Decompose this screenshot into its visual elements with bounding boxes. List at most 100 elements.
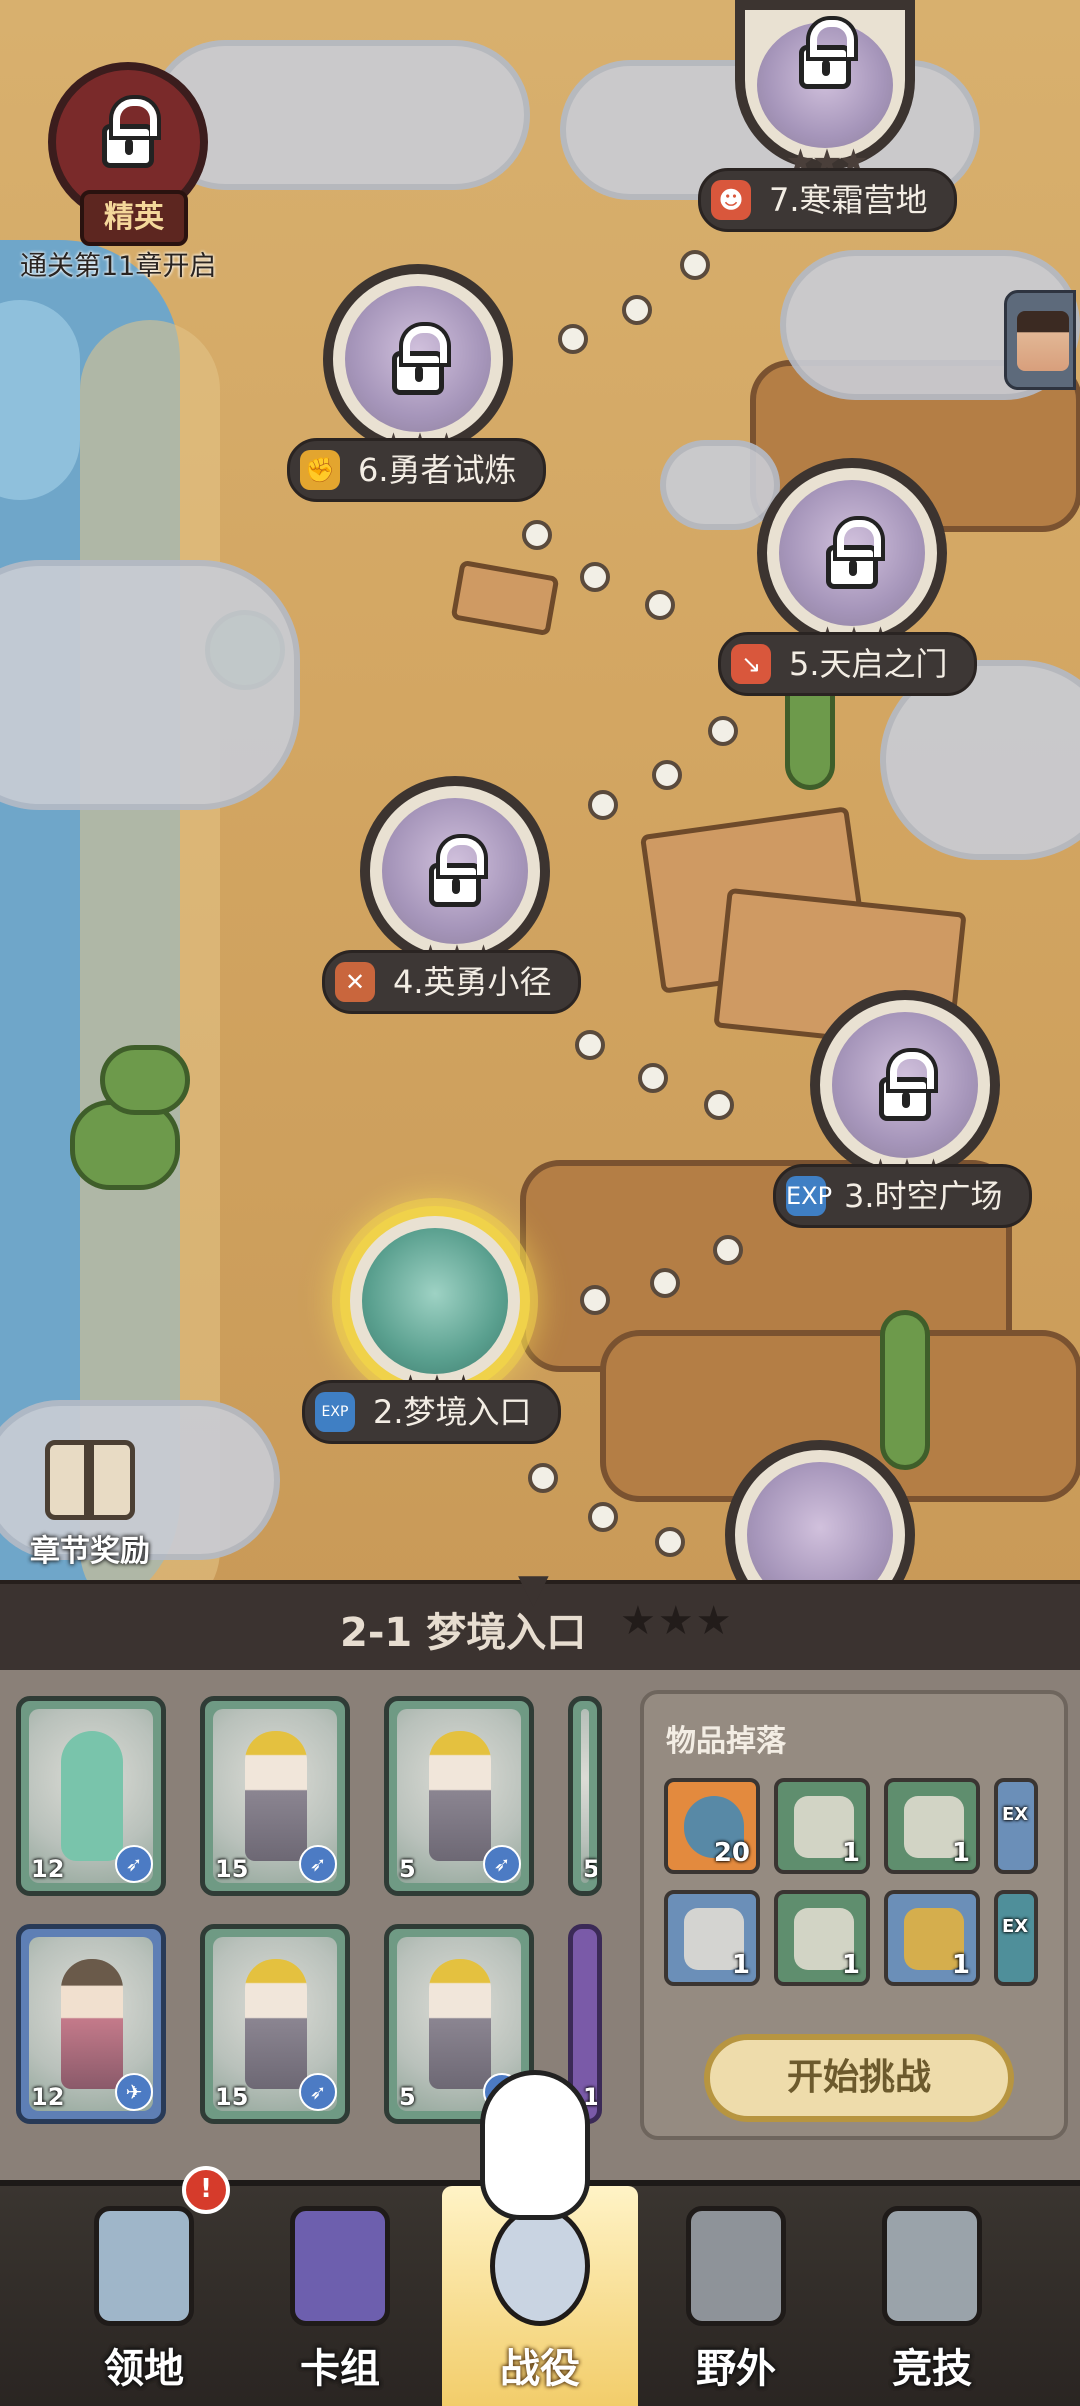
stage-6-label[interactable]: ✊ 6.勇者试炼 <box>287 438 546 502</box>
nav-label: 野外 <box>696 2346 776 2392</box>
stage-5-label[interactable]: ↘ 5.天启之门 <box>718 632 977 696</box>
lock-icon <box>799 20 854 89</box>
tutorial-hand-pointer <box>480 2070 590 2220</box>
card-level: 5 <box>399 1855 416 1883</box>
stage-4-label[interactable]: ✕ 4.英勇小径 <box>322 950 581 1014</box>
nav-label: 战役 <box>500 2346 580 2392</box>
exp-icon: EX <box>1002 1916 1029 1937</box>
team-card[interactable]: 5 <box>568 1696 602 1896</box>
rocket-icon: ➶ <box>299 1845 337 1883</box>
path-dot <box>645 590 675 620</box>
avatar <box>1017 311 1069 371</box>
exp-icon: EXP <box>786 1176 832 1216</box>
drop-quantity: 1 <box>951 1950 970 1980</box>
team-card[interactable]: 12 ➶ <box>16 1696 166 1896</box>
samurai-figure <box>245 1731 307 1861</box>
card-level: 12 <box>31 2083 65 2111</box>
card-level: 12 <box>31 1855 65 1883</box>
elite-mode-button[interactable]: 精英 <box>38 62 218 246</box>
stage-2-name: 2.梦境入口 <box>373 1393 532 1431</box>
path-dot <box>680 250 710 280</box>
stage-7-label[interactable]: ☻ 7.寒霜营地 <box>698 168 957 232</box>
team-card[interactable]: 12 ✈ <box>16 1924 166 2124</box>
campaign-map[interactable]: 精英 通关第11章开启 ★★★ ☻ 7.寒霜营地 ★★★ ✊ 6.勇者试炼 ★★… <box>0 0 1080 1600</box>
stage-2-node[interactable]: ★★★ <box>340 1206 530 1408</box>
stage-3-node[interactable]: ★★★ <box>810 990 1000 1192</box>
drop-item-card[interactable]: 1 <box>774 1778 870 1874</box>
drop-item-mystery[interactable]: 1 <box>664 1890 760 1986</box>
cloud <box>660 440 780 530</box>
path-dot <box>558 324 588 354</box>
team-card[interactable]: 5 ➶ <box>384 1696 534 1896</box>
notification-badge: ! <box>182 2166 230 2214</box>
nav-wild[interactable]: 野外 <box>638 2186 834 2406</box>
chapter-reward-button[interactable]: 章节奖励 <box>20 1440 160 1570</box>
fist-icon: ✊ <box>300 450 340 490</box>
drop-item-fish[interactable]: 20 <box>664 1778 760 1874</box>
stage-portrait <box>362 1228 508 1374</box>
drop-quantity: 1 <box>731 1950 750 1980</box>
path-dot <box>622 295 652 325</box>
lock-icon <box>392 326 447 395</box>
rocket-icon: ✈ <box>115 2073 153 2111</box>
nav-arena[interactable]: 竞技 <box>834 2186 1030 2406</box>
nav-deck[interactable]: 卡组 <box>242 2186 438 2406</box>
crossed-swords-icon: ✕ <box>335 962 375 1002</box>
drop-quantity: 1 <box>951 1838 970 1868</box>
rock <box>450 559 560 637</box>
nav-territory[interactable]: ! 领地 <box>46 2166 242 2406</box>
slime-figure <box>61 1731 123 1861</box>
stage-5-node[interactable]: ★★★ <box>757 458 947 660</box>
portal-icon <box>686 2206 786 2326</box>
path-dot <box>588 790 618 820</box>
path-dot <box>575 1030 605 1060</box>
team-card[interactable]: 15 ➶ <box>200 1924 350 2124</box>
stage-5-name: 5.天启之门 <box>789 645 948 683</box>
path-dot <box>638 1063 668 1093</box>
face-icon: ☻ <box>711 180 751 220</box>
cactus <box>880 1310 930 1470</box>
stage-6-node[interactable]: ★★★ <box>323 264 513 466</box>
cactus <box>100 1045 190 1115</box>
path-dot <box>713 1235 743 1265</box>
stage-2-label[interactable]: EXP 2.梦境入口 <box>302 1380 561 1444</box>
start-challenge-button[interactable]: 开始挑战 <box>704 2034 1014 2122</box>
drop-item-exp[interactable]: EX <box>994 1778 1038 1874</box>
elite-unlock-condition: 通关第11章开启 <box>20 251 217 282</box>
stage-4-node[interactable]: ★★★ <box>360 776 550 978</box>
chapter-reward-label: 章节奖励 <box>30 1534 150 1569</box>
path-dot <box>580 562 610 592</box>
stage-3-label[interactable]: EXP 3.时空广场 <box>773 1164 1032 1228</box>
cards-icon <box>290 2206 390 2326</box>
side-avatar-button[interactable] <box>1004 290 1076 390</box>
lock-icon <box>429 838 484 907</box>
drop-quantity: 1 <box>841 1838 860 1868</box>
nav-label: 卡组 <box>300 2346 380 2392</box>
drop-item-card[interactable]: 1 <box>884 1778 980 1874</box>
stage-3-name: 3.时空广场 <box>844 1177 1003 1215</box>
drop-quantity: 20 <box>713 1838 750 1868</box>
nav-label: 竞技 <box>892 2346 972 2392</box>
drop-item-puzzle[interactable]: 1 <box>884 1890 980 1986</box>
path-dot <box>655 1527 685 1557</box>
team-card[interactable]: 15 ➶ <box>200 1696 350 1896</box>
stage-banner-title: 2-1 梦境入口 <box>340 1610 587 1656</box>
crossed-swords-icon <box>490 2206 590 2326</box>
rocket-icon: ➶ <box>299 2073 337 2111</box>
lock-icon <box>879 1052 934 1121</box>
sea-foam <box>0 300 80 500</box>
stage-banner[interactable]: ▼ 2-1 梦境入口 ★★★ <box>0 1566 1080 1674</box>
path-dot <box>522 520 552 550</box>
drop-item-card[interactable]: 1 <box>774 1890 870 1986</box>
exp-icon: EXP <box>315 1392 355 1432</box>
path-dot <box>650 1268 680 1298</box>
fish-sword-icon <box>882 2206 982 2326</box>
card-level: 5 <box>399 2083 416 2111</box>
lock-icon <box>102 99 157 168</box>
sword-icon: ↘ <box>731 644 771 684</box>
lock-icon <box>826 520 881 589</box>
stage-4-name: 4.英勇小径 <box>393 963 552 1001</box>
archer-figure <box>61 1959 123 2089</box>
drop-item-exp[interactable]: EX <box>994 1890 1038 1986</box>
drop-quantity: 1 <box>841 1950 860 1980</box>
